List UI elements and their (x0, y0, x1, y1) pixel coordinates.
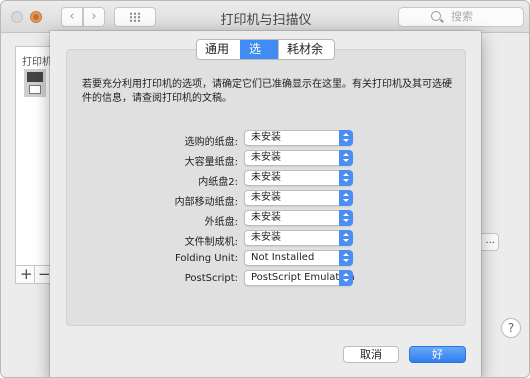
tab-general[interactable]: 通用 (197, 40, 240, 59)
option-value: Not Installed (251, 252, 315, 263)
add-printer-button[interactable]: + (20, 265, 33, 283)
option-label: 内部移动纸盘: (174, 197, 238, 208)
option-label: 内纸盘2: (198, 177, 238, 188)
chevron-updown-icon (339, 230, 353, 246)
chevron-updown-icon (339, 270, 353, 286)
option-value: 未安装 (251, 172, 281, 183)
ok-button[interactable]: 好 (409, 346, 466, 363)
option-popup[interactable]: 未安装 (244, 210, 353, 226)
option-popup[interactable]: 未安装 (244, 150, 353, 166)
chevron-updown-icon (339, 250, 353, 266)
tab-supply-levels[interactable]: 耗材余量 (278, 40, 334, 59)
remove-printer-button[interactable]: − (38, 265, 51, 283)
chevron-updown-icon (339, 150, 353, 166)
option-popup[interactable]: 未安装 (244, 130, 353, 146)
option-label: PostScript: (184, 273, 238, 284)
divider (34, 266, 35, 283)
option-label: Folding Unit: (174, 253, 238, 264)
option-label: 大容量纸盘: (184, 157, 238, 168)
option-popup[interactable]: 未安装 (244, 170, 353, 186)
option-popup[interactable]: 未安装 (244, 190, 353, 206)
option-popup[interactable]: PostScript Emulation (244, 270, 355, 286)
option-value: 未安装 (251, 132, 281, 143)
search-placeholder: 搜索 (451, 10, 473, 23)
options-sheet: 通用 选项 耗材余量 若要充分利用打印机的选项，请确定它们已准确显示在这里。有关… (50, 31, 481, 377)
option-label: 外纸盘: (204, 217, 238, 228)
chevron-updown-icon (339, 130, 353, 146)
tab-bar: 通用 选项 耗材余量 (196, 39, 335, 60)
title-bar: ‹ › 打印机与扫描仪 搜索 (1, 1, 529, 33)
help-button[interactable]: ? (501, 318, 521, 338)
printer-list-controls: + − (15, 265, 55, 284)
option-popup[interactable]: 未安装 (244, 230, 353, 246)
printer-list-header: 打印机 (22, 57, 52, 68)
search-field[interactable]: 搜索 (398, 7, 524, 27)
search-icon (431, 11, 441, 21)
option-label: 选购的纸盘: (184, 137, 238, 148)
chevron-updown-icon (339, 190, 353, 206)
printer-icon[interactable] (24, 69, 46, 97)
option-value: 未安装 (251, 232, 281, 243)
option-value: 未安装 (251, 212, 281, 223)
option-value: 未安装 (251, 192, 281, 203)
chevron-updown-icon (339, 170, 353, 186)
printers-window: ‹ › 打印机与扫描仪 搜索 打印机 + − ... ? 通用 选项 耗材余量 … (0, 0, 530, 378)
options-panel: 若要充分利用打印机的选项，请确定它们已准确显示在这里。有关打印机及其可选硬件的信… (66, 49, 466, 326)
option-value: 未安装 (251, 152, 281, 163)
tab-options[interactable]: 选项 (240, 40, 278, 59)
option-popup[interactable]: Not Installed (244, 250, 353, 266)
chevron-updown-icon (339, 210, 353, 226)
options-description: 若要充分利用打印机的选项，请确定它们已准确显示在这里。有关打印机及其可选硬件的信… (82, 79, 452, 104)
option-label: 文件制成机: (184, 237, 238, 248)
cancel-button[interactable]: 取消 (343, 346, 399, 363)
